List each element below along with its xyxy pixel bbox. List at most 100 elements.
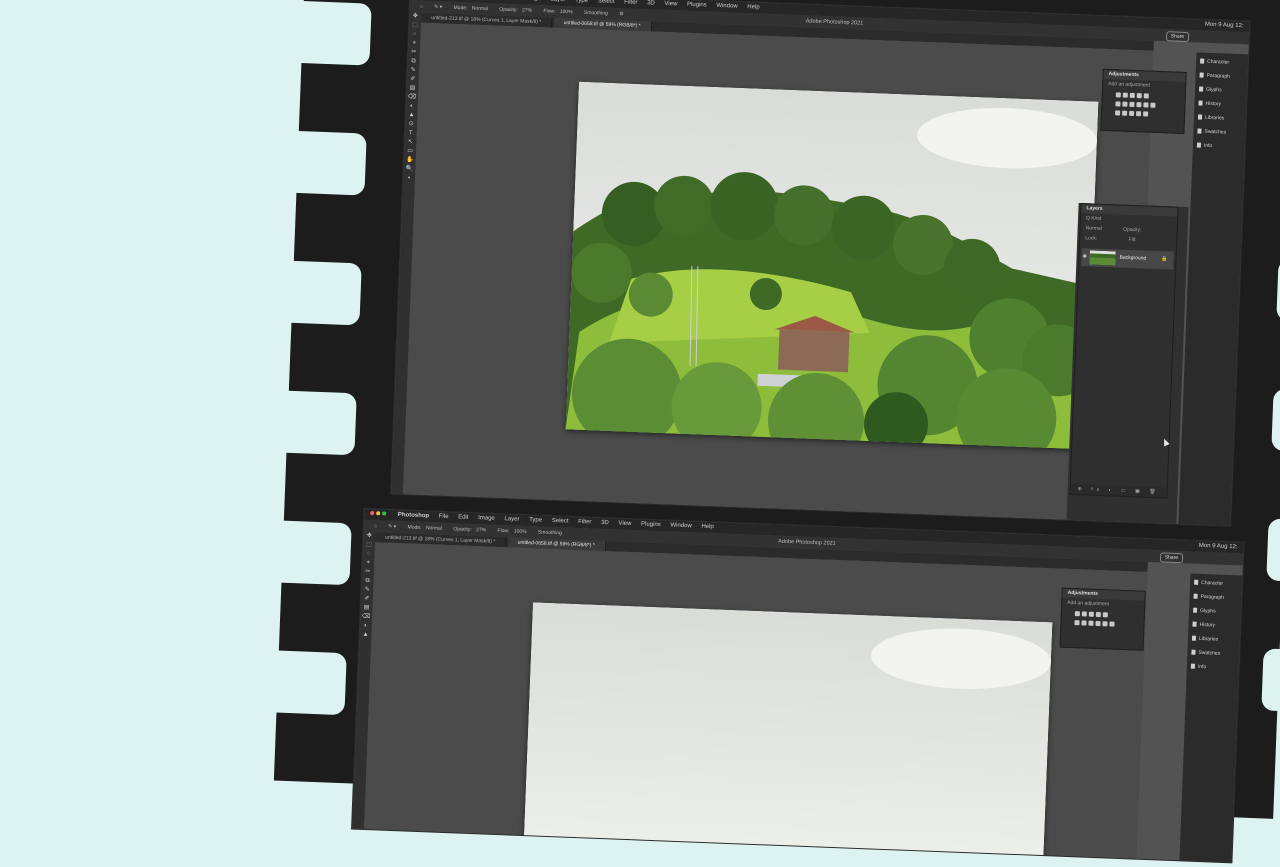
eyedropper-icon[interactable]: ✎ [361,586,373,595]
dock-character[interactable]: Character [1196,56,1250,69]
move-tool-icon[interactable]: ✥ [363,532,375,541]
menu-type[interactable]: Type [575,0,588,4]
levels-icon[interactable] [1082,611,1087,616]
adjustment-icons[interactable] [1102,89,1185,123]
hue-icon[interactable] [1115,101,1120,106]
frame-tool-icon[interactable]: ⧉ [407,57,419,66]
menu-filter[interactable]: Filter [578,519,592,526]
dock-libraries[interactable]: Libraries [1194,112,1250,125]
curves-icon[interactable] [1130,93,1135,98]
menu-help[interactable]: Help [701,524,714,530]
dodge-tool-icon[interactable]: ⊙ [405,120,417,129]
canvas-area[interactable] [403,23,1154,523]
brush-preset-icon[interactable]: ✎ ▾ [434,4,442,10]
canvas-area[interactable] [364,542,1147,858]
exposure-icon[interactable] [1137,93,1142,98]
balance-icon[interactable] [1122,102,1127,107]
landscape-photo[interactable] [523,602,1053,862]
vibrance-icon[interactable] [1103,612,1108,617]
invert-icon[interactable] [1115,110,1120,115]
crop-tool-icon[interactable]: ✂ [408,48,420,57]
menu-window[interactable]: Window [670,523,692,530]
shape-tool-icon[interactable]: ▭ [404,147,416,156]
lookup-icon[interactable] [1109,621,1114,626]
dock-info[interactable]: Info [1187,661,1243,674]
share-button[interactable]: Share [1166,31,1190,42]
brush-preset-icon[interactable]: ✎ ▾ [388,524,396,530]
gradient-map-icon[interactable] [1136,111,1141,116]
hand-tool-icon[interactable]: ✋ [404,156,416,165]
path-select-icon[interactable]: ↖ [404,138,416,147]
gradient-tool-icon[interactable]: ◐ [360,622,372,631]
marquee-tool-icon[interactable]: ⬚ [363,541,375,550]
menu-image[interactable]: Image [478,515,495,522]
photo-filter-icon[interactable] [1095,621,1100,626]
visibility-eye-icon[interactable]: ◉ [1082,253,1087,259]
menu-view[interactable]: View [618,521,631,527]
flow-value[interactable]: 100% [514,529,527,535]
blur-tool-icon[interactable]: ▲ [359,631,371,640]
menu-edit[interactable]: Edit [458,514,469,520]
channel-mixer-icon[interactable] [1143,102,1148,107]
stamp-tool-icon[interactable]: ▤ [406,84,418,93]
move-tool-icon[interactable]: ✥ [409,12,421,21]
color-swatch-icon[interactable]: ▪ [403,174,415,183]
dock-character[interactable]: Character [1190,578,1244,591]
flow-value[interactable]: 100% [560,9,573,15]
menu-layer[interactable]: Layer [504,516,519,523]
select-subject-icon[interactable]: ⌖ [362,559,374,568]
exposure-icon[interactable] [1096,612,1101,617]
dock-paragraph[interactable]: Paragraph [1189,592,1243,605]
lasso-tool-icon[interactable]: ◌ [408,30,420,39]
menu-select[interactable]: Select [598,0,615,5]
lookup-icon[interactable] [1150,103,1155,108]
hue-icon[interactable] [1074,620,1079,625]
select-subject-icon[interactable]: ⌖ [408,39,420,48]
crop-tool-icon[interactable]: ✂ [362,568,374,577]
menu-3d[interactable]: 3D [647,0,655,6]
menu-photoshop[interactable]: Photoshop [398,512,430,519]
curves-icon[interactable] [1089,612,1094,617]
posterize-icon[interactable] [1122,111,1127,116]
dock-history[interactable]: History [1194,98,1249,111]
menu-layer[interactable]: Layer [550,0,565,3]
bw-icon[interactable] [1129,102,1134,107]
dock-glyphs[interactable]: Glyphs [1189,606,1244,619]
photo-filter-icon[interactable] [1136,102,1141,107]
dock-info[interactable]: Info [1193,140,1249,153]
channel-mixer-icon[interactable] [1102,621,1107,626]
menu-window[interactable]: Window [716,3,738,10]
balance-icon[interactable] [1081,620,1086,625]
menu-view[interactable]: View [664,1,677,7]
bw-icon[interactable] [1088,621,1093,626]
marquee-tool-icon[interactable]: ⬚ [409,21,421,30]
eyedropper-icon[interactable]: ✎ [407,66,419,75]
menu-type[interactable]: Type [529,517,542,523]
frame-tool-icon[interactable]: ⧉ [361,577,373,586]
dock-libraries[interactable]: Libraries [1188,633,1244,646]
eraser-tool-icon[interactable]: ⌫ [360,613,372,622]
menu-filter[interactable]: Filter [624,0,638,6]
menu-plugins[interactable]: Plugins [641,521,661,528]
eraser-tool-icon[interactable]: ⌫ [406,93,418,102]
dock-swatches[interactable]: Swatches [1193,126,1249,139]
dock-swatches[interactable]: Swatches [1187,647,1243,660]
menu-select[interactable]: Select [552,518,569,525]
share-button[interactable]: Share [1160,552,1184,563]
home-icon[interactable]: ⌂ [374,523,377,529]
menu-3d[interactable]: 3D [601,520,609,526]
dock-history[interactable]: History [1188,619,1243,632]
blur-tool-icon[interactable]: ▲ [405,111,417,120]
zoom-tool-icon[interactable]: 🔍 [403,165,415,174]
adjustment-icons[interactable] [1061,608,1144,633]
brightness-icon[interactable] [1075,611,1080,616]
window-controls[interactable] [370,509,388,521]
brush-tool-icon[interactable]: ✐ [361,595,373,604]
menu-file[interactable]: File [439,514,449,520]
blend-mode-select[interactable]: Normal [1086,225,1102,232]
lasso-tool-icon[interactable]: ◌ [362,550,374,559]
menu-image[interactable]: Image [524,0,541,2]
dock-glyphs[interactable]: Glyphs [1195,84,1250,97]
mode-select[interactable]: Normal [472,6,488,13]
mode-select[interactable]: Normal [426,525,442,532]
